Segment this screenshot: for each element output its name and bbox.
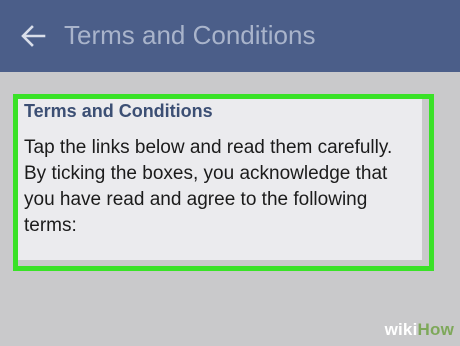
terms-heading: Terms and Conditions <box>24 101 213 121</box>
terms-text-line: By ticking the boxes, you acknowledge th… <box>24 163 388 184</box>
arrow-left-icon[interactable] <box>20 23 46 49</box>
terms-text-line: Tap the links below and read them carefu… <box>24 137 393 158</box>
terms-text-line: you have read and agree to the following <box>24 189 368 210</box>
terms-text-line: terms: <box>24 215 77 236</box>
app-bar: Terms and Conditions <box>0 0 460 72</box>
watermark-logo: wikiHow <box>385 320 454 340</box>
terms-description: Tap the links below and read them carefu… <box>24 135 426 239</box>
watermark-how: How <box>417 320 454 339</box>
page-title: Terms and Conditions <box>64 20 316 50</box>
watermark-wiki: wiki <box>384 320 418 339</box>
